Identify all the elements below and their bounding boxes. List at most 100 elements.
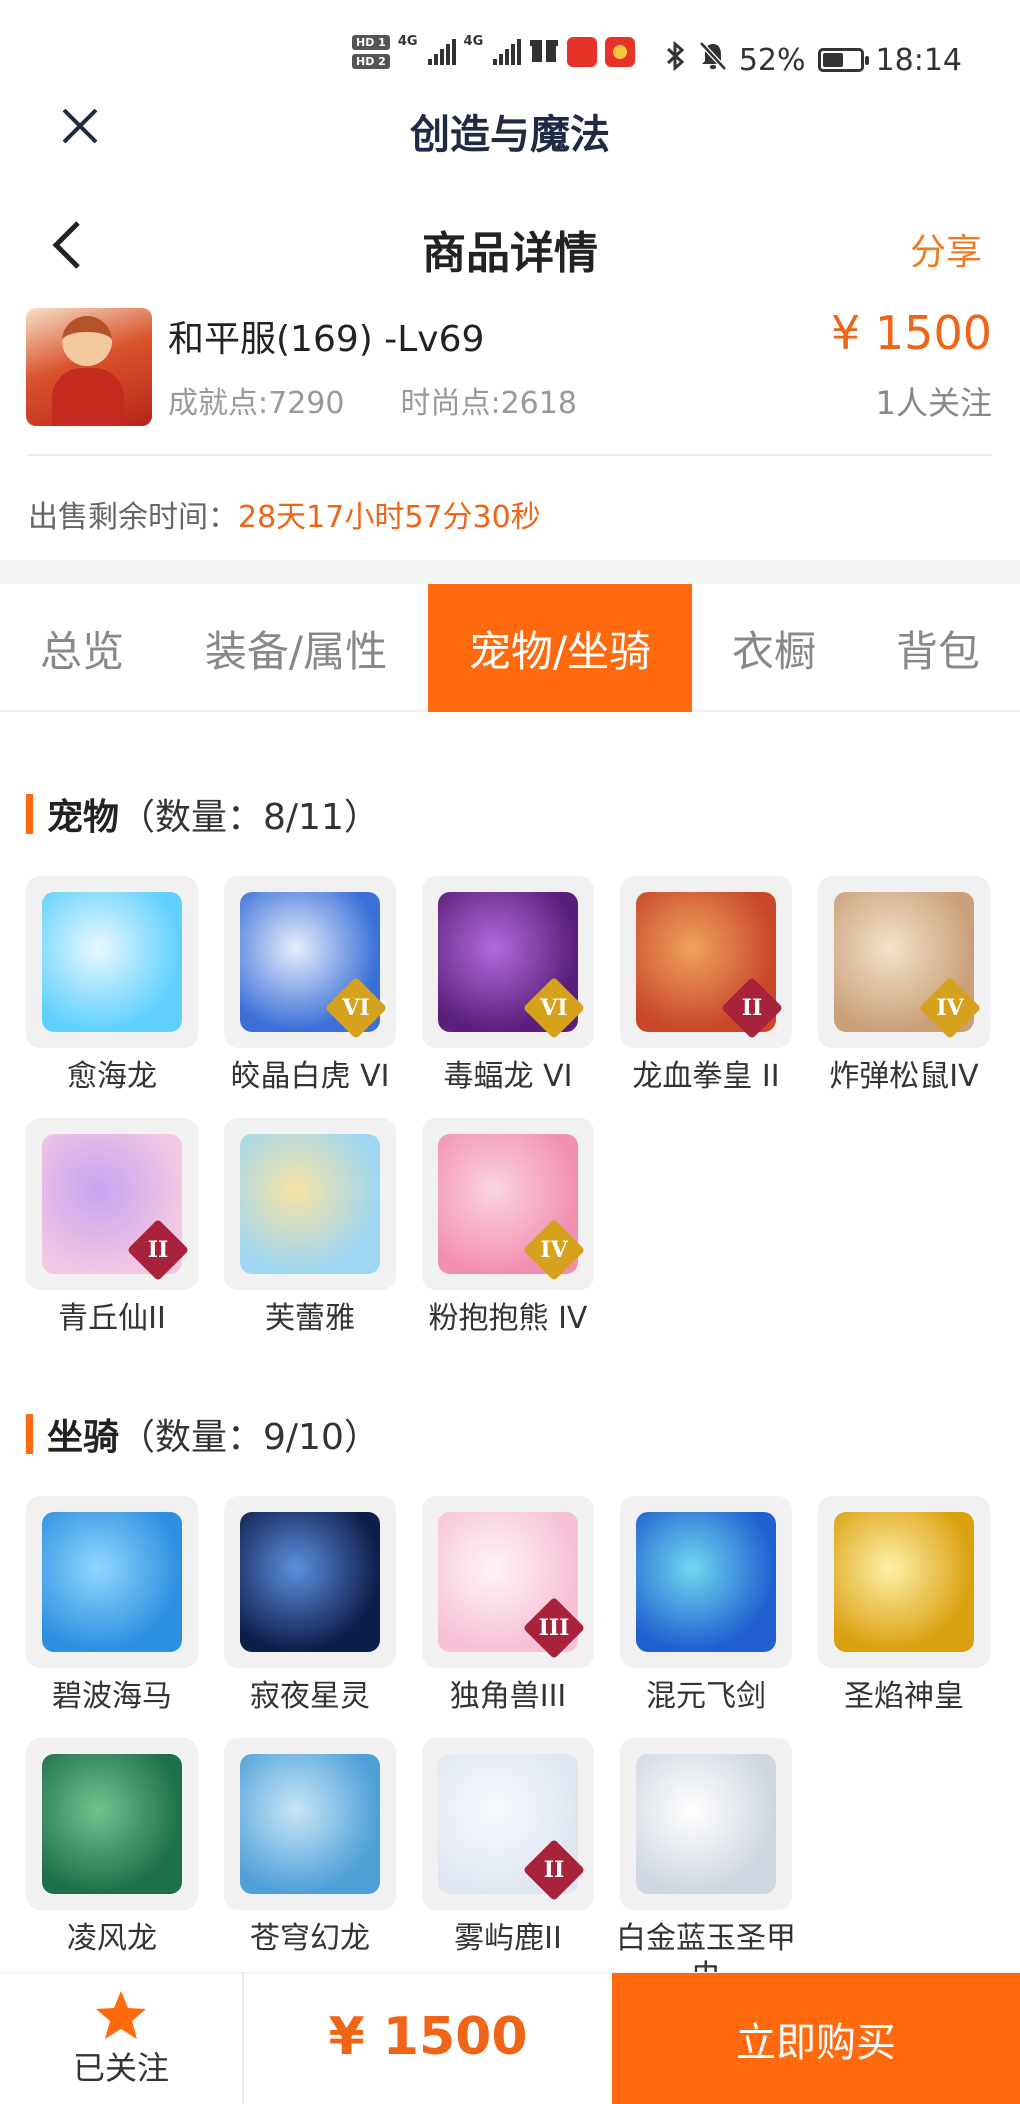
grade-badge-label: VI xyxy=(342,995,370,1021)
bottom-price: ¥ 1500 xyxy=(328,2007,528,2067)
buy-now-button[interactable]: 立即购买 xyxy=(612,1973,1020,2104)
product-name: 和平服(169) -Lv69 xyxy=(168,319,485,360)
app-title: 创造与魔法 xyxy=(410,112,610,158)
grid-item[interactable]: III 独角兽III xyxy=(422,1496,594,1738)
item-thumbnail xyxy=(224,1496,396,1668)
pets-title: 宠物 xyxy=(47,797,120,838)
sale-remaining-time: 出售剩余时间：28天17小时57分30秒 xyxy=(28,492,541,536)
status-left-icons: HD 1 HD 2 4G 4G xyxy=(352,34,636,69)
grade-badge-label: II xyxy=(543,1857,565,1883)
grade-badge-label: VI xyxy=(540,995,568,1021)
grid-item[interactable]: 愈海龙 xyxy=(26,876,198,1118)
grid-item[interactable]: 芙蕾雅 xyxy=(224,1118,396,1360)
item-artwork xyxy=(240,1134,380,1274)
hd2-badge: HD 2 xyxy=(352,53,390,69)
mounts-count: （数量：9/10） xyxy=(119,1417,380,1458)
grid-item[interactable]: VI 皎晶白虎 VI xyxy=(224,876,396,1118)
pets-grid: 愈海龙 VI 皎晶白虎 VI VI 毒蝠龙 VI II 龙血拳皇 II IV 炸弹松鼠IV II 青… xyxy=(26,876,996,1360)
item-thumbnail xyxy=(818,1496,990,1668)
grade-badge-label: III xyxy=(538,1615,570,1641)
achievement-points: 成就点:7290 xyxy=(168,386,345,421)
fashion-points: 时尚点:2618 xyxy=(400,386,577,421)
item-thumbnail: II xyxy=(422,1738,594,1910)
gift-icon xyxy=(529,34,559,69)
item-thumbnail: VI xyxy=(224,876,396,1048)
item-name: 芙蕾雅 xyxy=(265,1301,355,1336)
grid-item[interactable]: II 雾屿鹿II xyxy=(422,1738,594,1980)
tab-wardrobe[interactable]: 衣橱 xyxy=(692,584,856,712)
product-price: ¥ 1500 xyxy=(831,306,992,360)
app-title-bar: 创造与魔法 xyxy=(0,92,1020,166)
grade-badge-label: IV xyxy=(936,995,964,1021)
item-thumbnail: II xyxy=(620,876,792,1048)
remaining-label: 出售剩余时间： xyxy=(28,500,238,535)
item-thumbnail: VI xyxy=(422,876,594,1048)
grade-badge-label: II xyxy=(741,995,763,1021)
mounts-grid: 碧波海马 寂夜星灵 III 独角兽III 混元飞剑圣焰神皇凌风龙 苍穹幻龙 II 雾屿鹿II 白… xyxy=(26,1496,996,1994)
item-thumbnail: IV xyxy=(422,1118,594,1290)
grid-item[interactable]: 混元飞剑 xyxy=(620,1496,792,1738)
hd1-badge: HD 1 xyxy=(352,34,390,50)
grid-item[interactable]: IV 炸弹松鼠IV xyxy=(818,876,990,1118)
grade-badge-label: IV xyxy=(540,1237,568,1263)
item-thumbnail: II xyxy=(26,1118,198,1290)
follow-button[interactable]: 已关注 xyxy=(0,1973,242,2104)
item-name: 圣焰神皇 xyxy=(844,1679,964,1714)
page-title: 商品详情 xyxy=(422,228,598,279)
grade-badge: IV xyxy=(918,976,982,1040)
grade-badge: II xyxy=(720,976,784,1040)
item-thumbnail xyxy=(620,1738,792,1910)
pets-section-title: 宠物 （数量：8/11） xyxy=(26,788,380,840)
remaining-value: 28天17小时57分30秒 xyxy=(238,500,541,535)
grid-item[interactable]: 凌风龙 xyxy=(26,1738,198,1980)
pets-count: （数量：8/11） xyxy=(119,797,380,838)
item-artwork xyxy=(240,1754,380,1894)
signal-icon-2 xyxy=(493,38,522,65)
item-thumbnail xyxy=(26,1738,198,1910)
item-name: 龙血拳皇 II xyxy=(632,1059,780,1094)
mute-bell-icon xyxy=(699,41,727,79)
item-name: 粉抱抱熊 IV xyxy=(428,1301,588,1336)
item-artwork xyxy=(240,1512,380,1652)
item-name: 青丘仙II xyxy=(58,1301,166,1336)
grid-item[interactable]: 白金蓝玉圣甲虫 xyxy=(616,1738,796,1994)
item-thumbnail xyxy=(224,1118,396,1290)
bottom-action-bar: 已关注 ¥ 1500 立即购买 xyxy=(0,1972,1020,2104)
share-button[interactable]: 分享 xyxy=(910,223,982,275)
grade-badge-label: II xyxy=(147,1237,169,1263)
grid-item[interactable]: 碧波海马 xyxy=(26,1496,198,1738)
item-thumbnail xyxy=(26,1496,198,1668)
net-label-2: 4G xyxy=(463,34,484,49)
app-notify-icon-2 xyxy=(605,36,636,67)
grid-item[interactable]: II 龙血拳皇 II xyxy=(620,876,792,1118)
net-label-1: 4G xyxy=(397,34,418,49)
grid-item[interactable]: II 青丘仙II xyxy=(26,1118,198,1360)
item-name: 炸弹松鼠IV xyxy=(829,1059,979,1094)
follower-count: 1人关注 xyxy=(875,384,992,422)
divider xyxy=(28,454,992,456)
item-artwork xyxy=(42,892,182,1032)
tab-equipment[interactable]: 装备/属性 xyxy=(164,584,428,712)
grade-badge: IV xyxy=(522,1218,586,1282)
item-artwork xyxy=(636,1754,776,1894)
tab-backpack[interactable]: 背包 xyxy=(856,584,1020,712)
item-thumbnail: III xyxy=(422,1496,594,1668)
item-thumbnail xyxy=(224,1738,396,1910)
star-icon xyxy=(96,1991,146,2039)
section-separator xyxy=(0,560,1020,584)
grid-item[interactable]: 苍穹幻龙 xyxy=(224,1738,396,1980)
grid-item[interactable]: IV 粉抱抱熊 IV xyxy=(422,1118,594,1360)
bluetooth-icon xyxy=(665,40,687,80)
grid-item[interactable]: 圣焰神皇 xyxy=(818,1496,990,1738)
hd-indicators: HD 1 HD 2 xyxy=(352,34,390,69)
tab-pets-mounts[interactable]: 宠物/坐骑 xyxy=(428,584,692,712)
grid-item[interactable]: 寂夜星灵 xyxy=(224,1496,396,1738)
mounts-section-title: 坐骑 （数量：9/10） xyxy=(26,1408,380,1460)
tab-overview[interactable]: 总览 xyxy=(0,584,164,712)
character-avatar xyxy=(26,308,152,426)
grade-badge: VI xyxy=(324,976,388,1040)
grade-badge: II xyxy=(522,1838,586,1902)
item-thumbnail xyxy=(26,876,198,1048)
grid-item[interactable]: VI 毒蝠龙 VI xyxy=(422,876,594,1118)
item-thumbnail xyxy=(620,1496,792,1668)
